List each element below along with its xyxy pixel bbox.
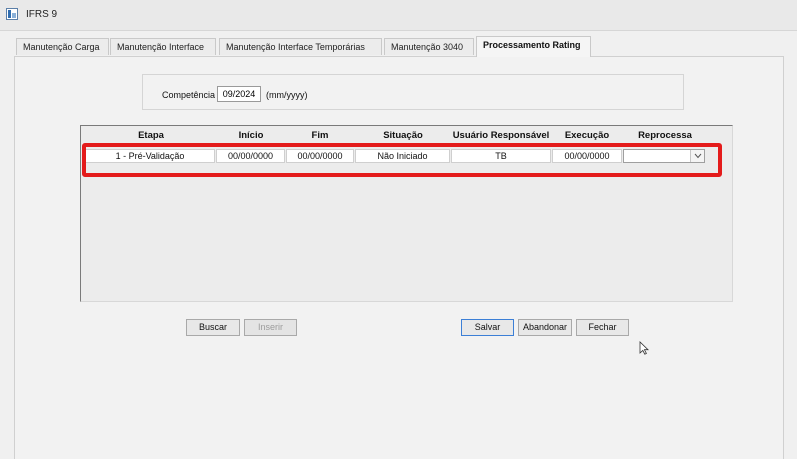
column-header-usuario-responsavel: Usuário Responsável (452, 130, 550, 141)
mouse-pointer-icon (639, 341, 649, 355)
fechar-button[interactable]: Fechar (576, 319, 629, 336)
tab-manutencao-3040[interactable]: Manutenção 3040 (384, 38, 474, 55)
competencia-input[interactable] (217, 86, 261, 102)
competencia-format-hint: (mm/yyyy) (266, 90, 308, 100)
competencia-label: Competência (162, 90, 216, 100)
column-header-inicio: Início (238, 130, 264, 141)
tab-manutencao-interface[interactable]: Manutenção Interface (110, 38, 216, 55)
column-header-etapa: Etapa (138, 130, 164, 141)
inserir-button[interactable]: Inserir (244, 319, 297, 336)
column-header-situacao: Situação (383, 130, 423, 141)
column-header-execucao: Execução (564, 130, 610, 141)
column-header-fim: Fim (311, 130, 329, 141)
red-highlight-annotation (82, 143, 722, 177)
salvar-button[interactable]: Salvar (461, 319, 514, 336)
app-icon (6, 8, 18, 20)
title-bar: IFRS 9 (0, 0, 797, 31)
tab-manutencao-interface-temporarias[interactable]: Manutenção Interface Temporárias (219, 38, 382, 55)
tab-manutencao-carga[interactable]: Manutenção Carga (16, 38, 109, 55)
window-title: IFRS 9 (26, 9, 58, 20)
column-header-reprocessa: Reprocessa (638, 130, 692, 141)
abandonar-button[interactable]: Abandonar (518, 319, 572, 336)
tab-processamento-rating[interactable]: Processamento Rating (476, 36, 591, 57)
buscar-button[interactable]: Buscar (186, 319, 240, 336)
